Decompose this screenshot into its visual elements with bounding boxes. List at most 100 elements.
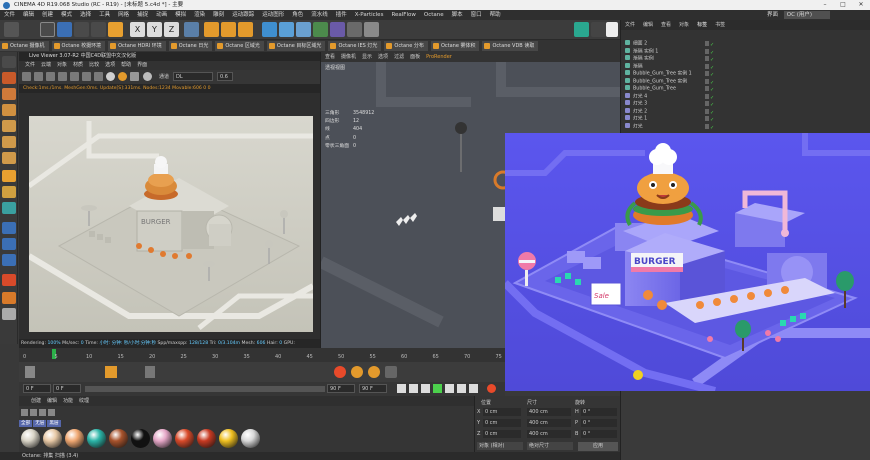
- cube-icon[interactable]: [262, 22, 277, 37]
- current-frame-field[interactable]: 0 F: [53, 384, 81, 393]
- editor-visibility-icon[interactable]: [705, 78, 709, 84]
- mat-layer-icon[interactable]: [30, 409, 37, 416]
- octane-ies-light-button[interactable]: Octane IES 灯光: [328, 41, 382, 51]
- menu-motion-tracking[interactable]: 运动跟踪: [228, 10, 258, 20]
- coord-position-field[interactable]: 0 cm: [483, 419, 521, 427]
- octane-area-light-button[interactable]: Octane 区域光: [215, 41, 264, 51]
- visibility-toggle[interactable]: ✓: [705, 93, 717, 100]
- lv-mode-number[interactable]: 0.6: [217, 72, 233, 81]
- render-view-icon[interactable]: [204, 22, 219, 37]
- mat-filter-black[interactable]: 黑层: [47, 420, 61, 427]
- polygons-mode-icon[interactable]: [2, 152, 16, 164]
- object-row[interactable]: 灯光 3 ✓: [625, 100, 865, 108]
- weight-icon[interactable]: [2, 292, 16, 304]
- vp-menu-prorender[interactable]: ProRender: [426, 54, 452, 60]
- menu-xparticles[interactable]: X-Particles: [351, 10, 388, 20]
- menu-window[interactable]: 窗口: [467, 10, 486, 20]
- solo-icon[interactable]: [2, 222, 16, 234]
- menu-realflow[interactable]: RealFlow: [387, 10, 419, 20]
- editor-visibility-icon[interactable]: [705, 86, 709, 91]
- material-swatch[interactable]: [241, 429, 260, 448]
- menu-character[interactable]: 角色: [288, 10, 307, 20]
- vp-menu-display[interactable]: 显示: [362, 54, 372, 60]
- close-button[interactable]: ✕: [852, 0, 870, 10]
- render-picture-viewer-icon[interactable]: [221, 22, 236, 37]
- editor-visibility-icon[interactable]: [705, 123, 709, 129]
- subdivision-icon[interactable]: [296, 22, 311, 37]
- mat-menu-edit[interactable]: 编辑: [47, 398, 57, 404]
- undo-icon[interactable]: [4, 22, 19, 37]
- recent-tool-icon[interactable]: [108, 22, 123, 37]
- editor-visibility-icon[interactable]: [705, 48, 709, 54]
- vp-menu-camera[interactable]: 摄像机: [341, 54, 356, 60]
- mat-menu-create[interactable]: 创建: [31, 398, 41, 404]
- lv-menu-gui[interactable]: 界面: [137, 62, 147, 68]
- prev-key-icon[interactable]: [409, 384, 418, 393]
- material-swatch[interactable]: [21, 429, 40, 448]
- octane-vdb-button[interactable]: Octane VDB 读取: [482, 41, 539, 51]
- om-tab-tags[interactable]: 标签: [697, 22, 707, 28]
- visibility-toggle[interactable]: ✓: [705, 78, 717, 85]
- psr-reset-icon[interactable]: [2, 274, 16, 286]
- material-swatch[interactable]: [109, 429, 128, 448]
- grid-icon[interactable]: [2, 254, 16, 266]
- material-swatch[interactable]: [131, 429, 150, 448]
- axis-z-button[interactable]: Z: [164, 22, 179, 37]
- next-frame-icon[interactable]: [445, 384, 454, 393]
- vp-menu-filter[interactable]: 过滤: [394, 54, 404, 60]
- deformer-icon[interactable]: [313, 22, 328, 37]
- editor-visibility-icon[interactable]: [705, 108, 709, 114]
- axis-mode-icon[interactable]: [2, 170, 16, 182]
- tweak-mode-icon[interactable]: [2, 202, 16, 214]
- points-mode-icon[interactable]: [2, 120, 16, 132]
- menu-octane[interactable]: Octane: [420, 10, 448, 20]
- lv-menu-options[interactable]: 选项: [105, 62, 115, 68]
- menu-simulate[interactable]: 模拟: [171, 10, 190, 20]
- play-icon[interactable]: [433, 384, 442, 393]
- mat-filter-icon[interactable]: [21, 409, 28, 416]
- restart-render-icon[interactable]: [34, 72, 43, 81]
- material-swatch[interactable]: [153, 429, 172, 448]
- editor-visibility-icon[interactable]: [705, 116, 709, 121]
- om-tab-view[interactable]: 查看: [661, 22, 671, 28]
- editor-visibility-icon[interactable]: [705, 41, 709, 46]
- snap-icon[interactable]: [2, 186, 16, 198]
- mat-filter-nolayer[interactable]: 无层: [33, 420, 47, 427]
- visibility-toggle[interactable]: ✓: [705, 48, 717, 55]
- menu-render[interactable]: 渲染: [190, 10, 209, 20]
- spline-icon[interactable]: [2, 308, 16, 320]
- pick-focus-icon[interactable]: [94, 72, 103, 81]
- menu-select[interactable]: 选择: [76, 10, 95, 20]
- visibility-toggle[interactable]: ✓: [705, 56, 717, 63]
- menu-plugins[interactable]: 插件: [332, 10, 351, 20]
- timeline-ruler[interactable]: 0 5 10 15 20 25 30 35 40 45 50 55 60 65 70 75: [19, 348, 505, 362]
- axis-y-button[interactable]: Y: [147, 22, 162, 37]
- material-swatch[interactable]: [87, 429, 106, 448]
- record-keys-icon[interactable]: [487, 384, 496, 393]
- render-settings-icon[interactable]: [238, 22, 253, 37]
- lock-icon[interactable]: [606, 22, 618, 37]
- maximize-button[interactable]: □: [834, 0, 852, 10]
- lock-resolution-icon[interactable]: [118, 72, 127, 81]
- visibility-toggle[interactable]: ✓: [705, 123, 717, 130]
- lv-menu-file[interactable]: 文件: [25, 62, 35, 68]
- coord-rotation-field[interactable]: 0 °: [581, 419, 617, 427]
- visibility-toggle[interactable]: ✓: [705, 86, 717, 93]
- object-row[interactable]: 渐隔 实例 1 ✓: [625, 47, 865, 55]
- menu-sculpt[interactable]: 雕刻: [209, 10, 228, 20]
- editor-visibility-icon[interactable]: [705, 93, 709, 99]
- om-tab-file[interactable]: 文件: [625, 22, 635, 28]
- object-row[interactable]: 灯光 2 ✓: [625, 107, 865, 115]
- coord-size-field[interactable]: 400 cm: [527, 408, 571, 416]
- menu-help[interactable]: 帮助: [486, 10, 505, 20]
- coord-rotation-field[interactable]: 0 °: [581, 408, 617, 416]
- coordinate-system-icon[interactable]: [184, 22, 199, 37]
- coord-rotation-field[interactable]: 0 °: [581, 430, 617, 438]
- menu-tools[interactable]: 工具: [95, 10, 114, 20]
- editor-visibility-icon[interactable]: [705, 56, 709, 61]
- hdr-icon[interactable]: [143, 72, 152, 81]
- prev-frame-icon[interactable]: [421, 384, 430, 393]
- pause-render-icon[interactable]: [46, 72, 55, 81]
- menu-pipeline[interactable]: 流水线: [307, 10, 332, 20]
- mat-view-icon[interactable]: [39, 409, 46, 416]
